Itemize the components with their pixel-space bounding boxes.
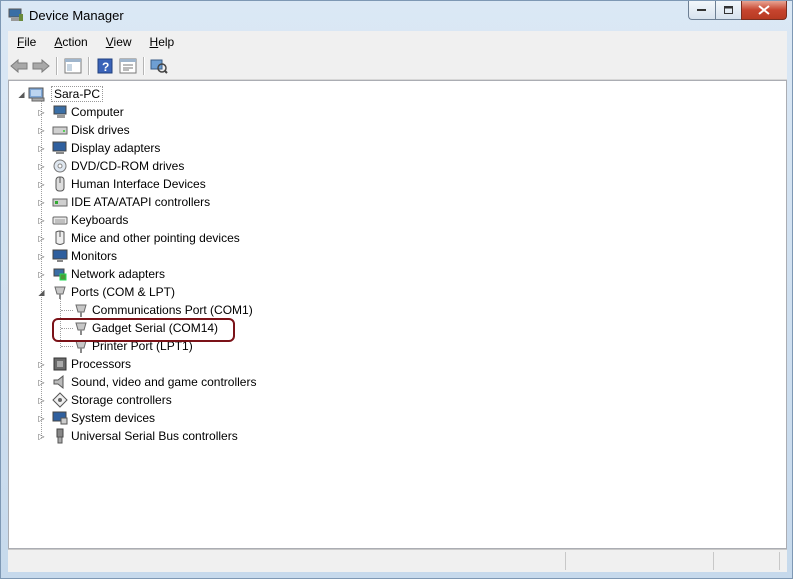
monitor-icon xyxy=(52,248,68,264)
keyboard-icon xyxy=(52,212,68,228)
system-devices-icon xyxy=(52,410,68,426)
menu-file[interactable]: File xyxy=(8,35,45,49)
expand-triangle-icon[interactable]: ▷ xyxy=(37,432,46,441)
scan-hardware-icon[interactable] xyxy=(150,57,168,75)
tree-item-sound-video-and-game-controllers[interactable]: ▷ Sound, video and game controllers xyxy=(37,373,256,391)
tree-item-human-interface-devices[interactable]: ▷ Human Interface Devices xyxy=(37,175,206,193)
expand-triangle-icon[interactable]: ▷ xyxy=(37,270,46,279)
back-arrow-icon[interactable] xyxy=(10,57,28,75)
svg-text:?: ? xyxy=(102,60,109,74)
menu-bar: File Action View Help xyxy=(8,31,787,53)
tree-item-storage-controllers[interactable]: ▷ Storage controllers xyxy=(37,391,172,409)
close-button[interactable] xyxy=(741,1,787,20)
tree-item-disk-drives[interactable]: ▷ Disk drives xyxy=(37,121,129,139)
tree-root-node[interactable]: ◢ Sara-PC xyxy=(17,85,104,103)
status-bar xyxy=(8,549,787,572)
expand-triangle-icon[interactable]: ▷ xyxy=(37,414,46,423)
expand-triangle-icon[interactable]: ▷ xyxy=(37,216,46,225)
disk-drive-icon xyxy=(52,122,68,138)
usb-icon xyxy=(52,428,68,444)
device-manager-window: Device Manager File Action View Help ? ◢… xyxy=(0,0,793,579)
expand-triangle-icon[interactable]: ▷ xyxy=(37,180,46,189)
port-icon xyxy=(52,284,68,300)
tree-root-label: Sara-PC xyxy=(51,86,104,102)
tree-item-keyboards[interactable]: ▷ Keyboards xyxy=(37,211,128,229)
expand-triangle-icon[interactable]: ▷ xyxy=(37,234,46,243)
network-adapter-icon xyxy=(52,266,68,282)
highlight-annotation xyxy=(52,318,235,342)
menu-view[interactable]: View xyxy=(97,35,141,49)
tree-item-universal-serial-bus-controllers[interactable]: ▷ Universal Serial Bus controllers xyxy=(37,427,238,445)
expand-triangle-icon[interactable]: ▷ xyxy=(37,162,46,171)
expand-triangle-icon[interactable]: ▷ xyxy=(37,198,46,207)
menu-help[interactable]: Help xyxy=(141,35,184,49)
computer-icon xyxy=(52,104,68,120)
tree-item-system-devices[interactable]: ▷ System devices xyxy=(37,409,155,427)
properties-icon[interactable] xyxy=(119,57,137,75)
collapse-triangle-icon[interactable]: ◢ xyxy=(17,90,26,99)
show-hide-console-tree-icon[interactable] xyxy=(64,57,82,75)
tree-item-communications-port[interactable]: Communications Port (COM1) xyxy=(73,301,253,319)
expand-triangle-icon[interactable]: ▷ xyxy=(37,108,46,117)
tree-item-computer[interactable]: ▷ Computer xyxy=(37,103,123,121)
window-title: Device Manager xyxy=(29,8,124,23)
expand-triangle-icon[interactable]: ▷ xyxy=(37,396,46,405)
ide-controller-icon xyxy=(52,194,68,210)
forward-arrow-icon[interactable] xyxy=(32,57,50,75)
expand-triangle-icon[interactable]: ▷ xyxy=(37,252,46,261)
expand-triangle-icon[interactable]: ▷ xyxy=(37,126,46,135)
tree-item-ports-com-lpt[interactable]: ◢ Ports (COM & LPT) xyxy=(37,283,175,301)
tree-item-monitors[interactable]: ▷ Monitors xyxy=(37,247,117,265)
computer-icon xyxy=(28,86,48,102)
device-tree[interactable]: ◢ Sara-PC ▷ Computer ▷ Disk drives ▷ Display … xyxy=(8,80,787,549)
tree-item-processors[interactable]: ▷ Processors xyxy=(37,355,131,373)
tree-item-ide-ata-atapi-controllers[interactable]: ▷ IDE ATA/ATAPI controllers xyxy=(37,193,210,211)
port-icon xyxy=(73,302,89,318)
dvd-drive-icon xyxy=(52,158,68,174)
menu-action[interactable]: Action xyxy=(45,35,96,49)
maximize-button[interactable] xyxy=(715,1,741,20)
help-icon[interactable]: ? xyxy=(96,57,114,75)
collapse-triangle-icon[interactable]: ◢ xyxy=(37,288,46,297)
minimize-button[interactable] xyxy=(688,1,715,20)
tree-item-display-adapters[interactable]: ▷ Display adapters xyxy=(37,139,160,157)
processor-icon xyxy=(52,356,68,372)
mouse-icon xyxy=(52,230,68,246)
device-manager-icon xyxy=(8,8,24,22)
expand-triangle-icon[interactable]: ▷ xyxy=(37,144,46,153)
expand-triangle-icon[interactable]: ▷ xyxy=(37,378,46,387)
tree-item-network-adapters[interactable]: ▷ Network adapters xyxy=(37,265,165,283)
tree-item-mice-and-other-pointing-devices[interactable]: ▷ Mice and other pointing devices xyxy=(37,229,240,247)
sound-icon xyxy=(52,374,68,390)
tree-item-dvd-cd-rom-drives[interactable]: ▷ DVD/CD-ROM drives xyxy=(37,157,184,175)
hid-icon xyxy=(52,176,68,192)
storage-controller-icon xyxy=(52,392,68,408)
expand-triangle-icon[interactable]: ▷ xyxy=(37,360,46,369)
display-adapter-icon xyxy=(52,140,68,156)
title-bar: Device Manager xyxy=(1,1,792,31)
toolbar: ? xyxy=(8,53,787,80)
